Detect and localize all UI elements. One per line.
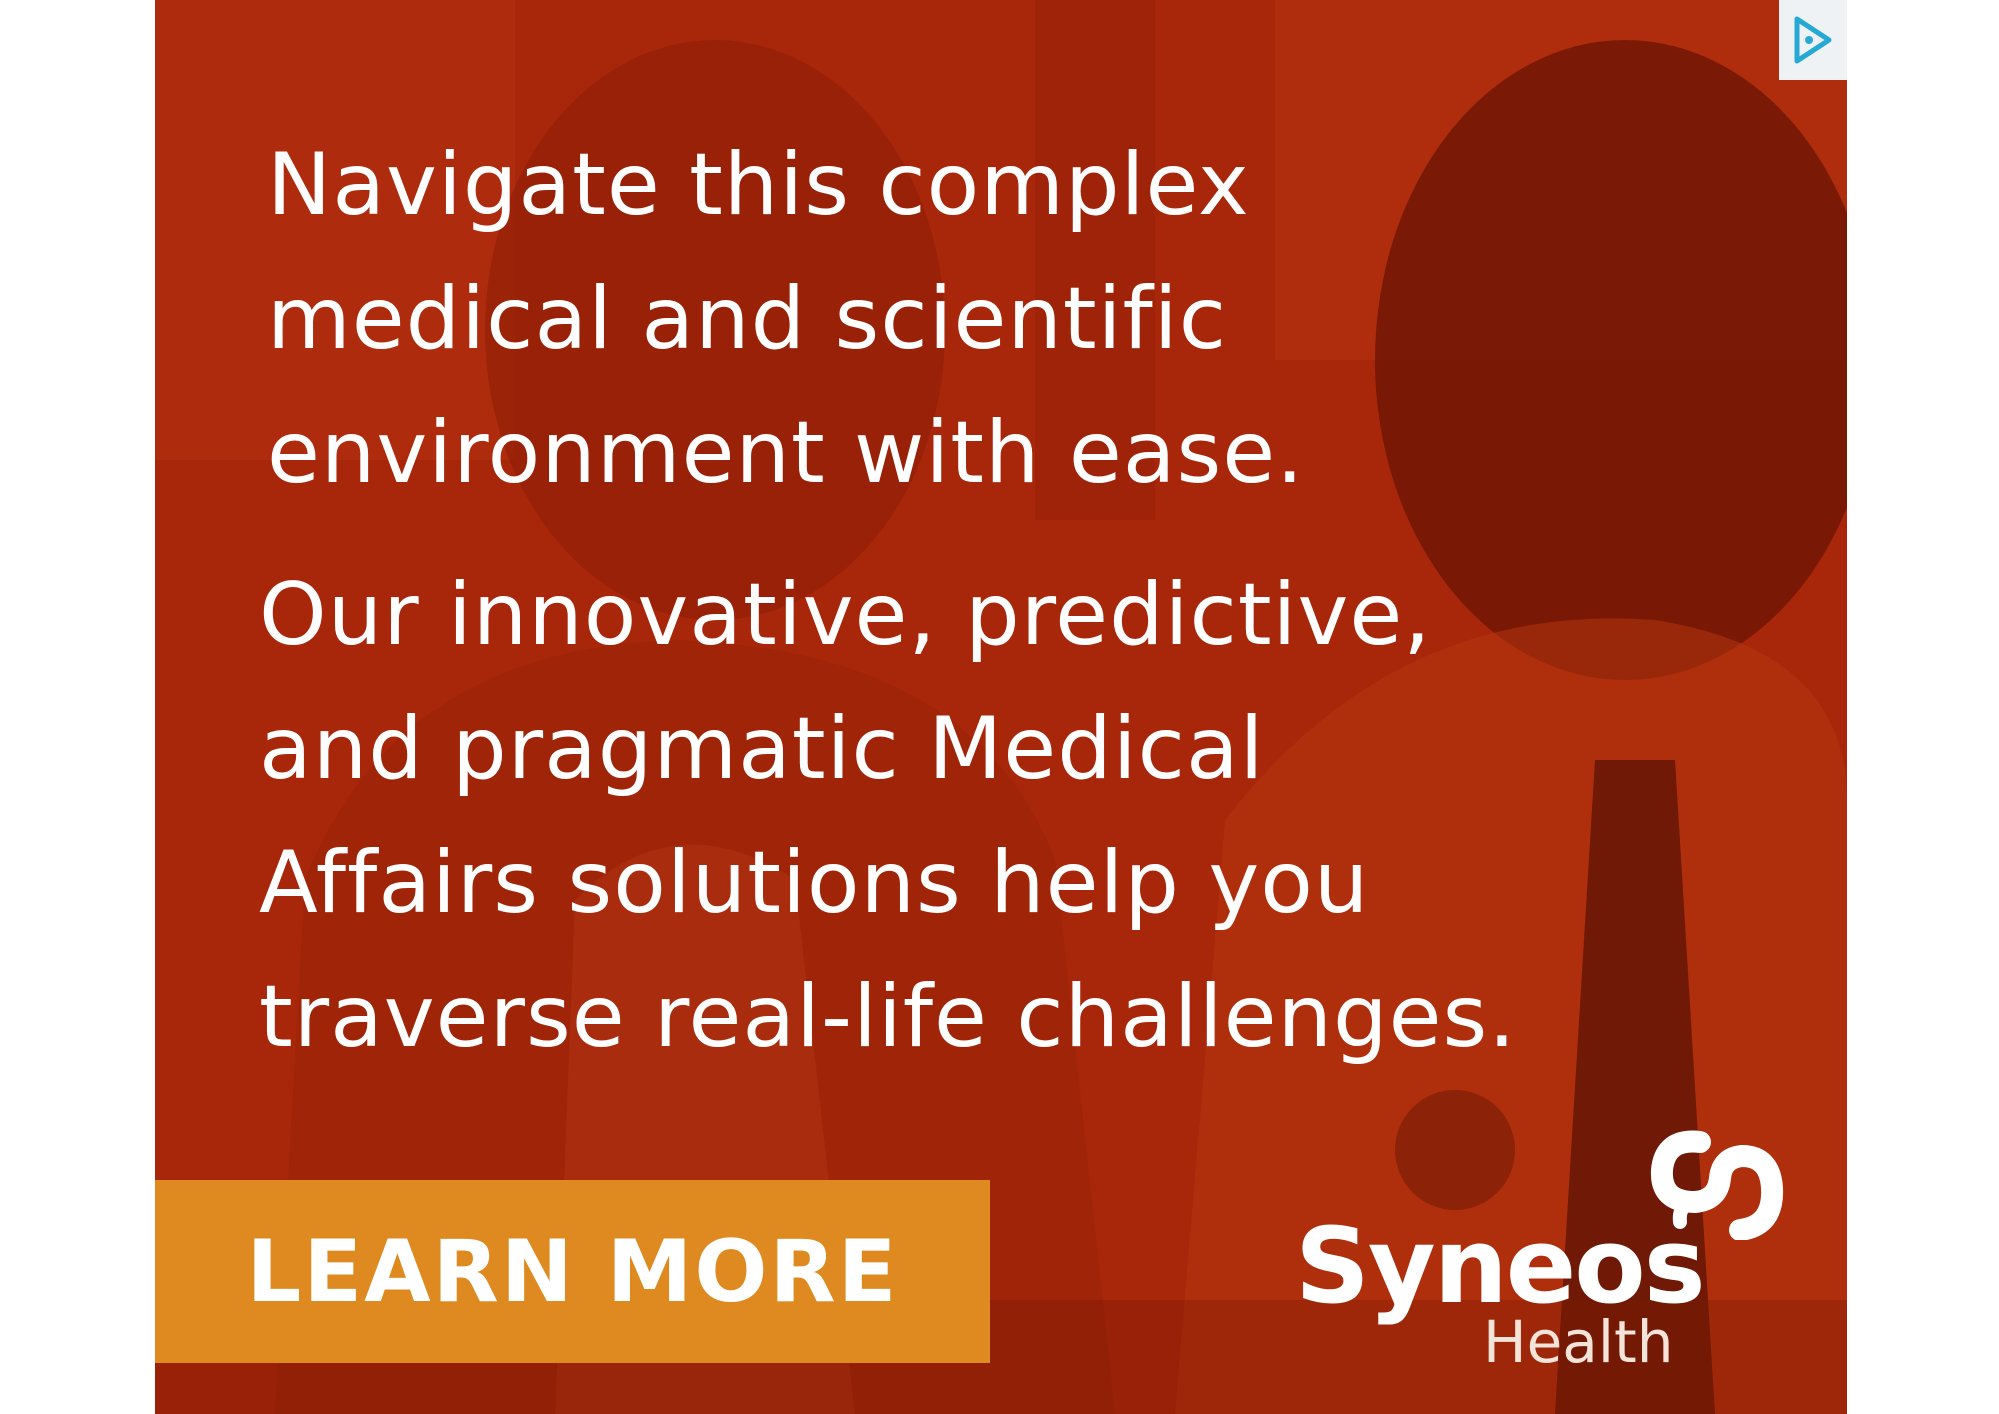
body-line: and pragmatic Medical <box>259 699 1265 799</box>
body-line: Our innovative, predictive, <box>259 565 1432 665</box>
body-line: traverse real-life challenges. <box>259 967 1517 1067</box>
headline-line: medical and scientific <box>267 269 1227 369</box>
ad-body-text: Our innovative, predictive, and pragmati… <box>259 548 1517 1084</box>
body-line: Affairs solutions help you <box>259 833 1370 933</box>
advertisement-banner[interactable]: Navigate this complex medical and scient… <box>155 0 1847 1414</box>
headline-line: Navigate this complex <box>267 135 1250 235</box>
learn-more-button[interactable]: LEARN MORE <box>155 1180 990 1363</box>
ad-headline: Navigate this complex medical and scient… <box>267 118 1305 520</box>
syneos-health-logo: Syneos Health <box>1295 1130 1835 1380</box>
headline-line: environment with ease. <box>267 403 1305 503</box>
adchoices-icon[interactable] <box>1779 0 1847 80</box>
brand-subname: Health <box>1483 1308 1674 1376</box>
